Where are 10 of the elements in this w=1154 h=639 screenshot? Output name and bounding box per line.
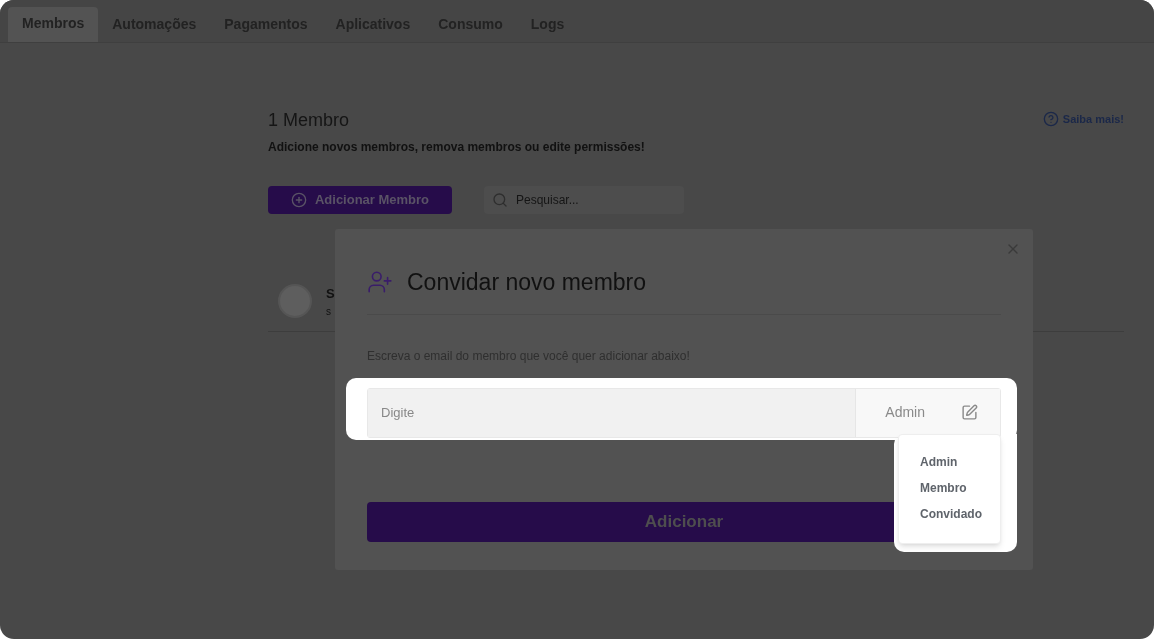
modal-title: Convidar novo membro — [407, 268, 647, 297]
search-icon — [492, 192, 508, 208]
help-icon — [1042, 111, 1059, 128]
plus-icon — [290, 192, 307, 208]
role-option[interactable]: Membro — [920, 479, 1000, 498]
role-option[interactable]: Admin — [920, 453, 1000, 472]
role-option[interactable]: Convidado — [920, 505, 1000, 524]
add-member-button[interactable]: Adicionar Membro — [268, 186, 452, 214]
add-user-icon — [367, 269, 393, 296]
search-field[interactable]: Pesquisar... — [484, 186, 684, 214]
